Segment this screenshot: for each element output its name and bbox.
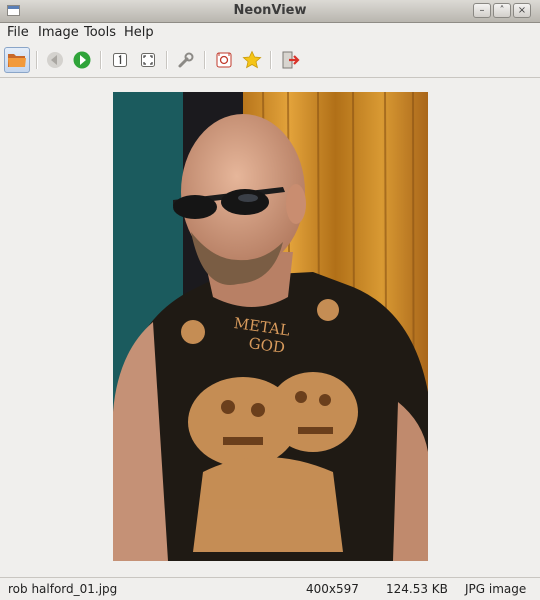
close-button[interactable]: × <box>513 3 531 18</box>
toolbar-separator <box>204 51 206 69</box>
menu-image[interactable]: Image <box>38 25 79 40</box>
actual-size-button[interactable] <box>107 47 133 73</box>
menu-file[interactable]: File <box>7 25 29 40</box>
toolbar <box>0 43 540 78</box>
menu-tools[interactable]: Tools <box>84 25 116 40</box>
maximize-button[interactable]: ˄ <box>493 3 511 18</box>
next-arrow-icon <box>73 51 91 69</box>
close-icon: × <box>517 4 527 16</box>
previous-button[interactable] <box>42 47 68 73</box>
minimize-icon: – <box>479 4 485 16</box>
status-filetype: JPG image <box>465 582 527 596</box>
toolbar-separator <box>270 51 272 69</box>
previous-arrow-icon <box>47 52 63 68</box>
fit-to-window-icon <box>141 53 155 67</box>
tools-button[interactable] <box>173 47 199 73</box>
exit-icon <box>282 51 300 69</box>
status-dimensions: 400x597 <box>306 582 359 596</box>
title-bar[interactable]: NeonView – ˄ × <box>0 0 540 23</box>
favorite-star-icon <box>242 50 262 69</box>
maximize-icon: ˄ <box>499 4 505 16</box>
favorite-button[interactable] <box>239 47 265 73</box>
exit-button[interactable] <box>277 47 303 73</box>
fit-to-window-button[interactable] <box>135 47 161 73</box>
slideshow-icon <box>216 52 232 68</box>
open-folder-icon <box>8 54 26 67</box>
toolbar-separator <box>36 51 38 69</box>
actual-size-icon <box>113 53 127 67</box>
status-filename: rob halford_01.jpg <box>8 582 118 596</box>
open-button[interactable] <box>4 47 30 73</box>
app-window: NeonView – ˄ × File Image Tools Help MET… <box>0 0 540 600</box>
window-title: NeonView <box>233 3 307 18</box>
image-viewport[interactable]: METAL GOD <box>0 78 540 577</box>
status-bar: rob halford_01.jpg 400x597 124.53 KB JPG… <box>0 577 540 600</box>
slideshow-button[interactable] <box>211 47 237 73</box>
menu-help[interactable]: Help <box>124 25 154 40</box>
next-button[interactable] <box>69 47 95 73</box>
toolbar-separator <box>100 51 102 69</box>
status-filesize: 124.53 KB <box>386 582 448 596</box>
menu-bar: File Image Tools Help <box>0 23 540 43</box>
photo-image: METAL GOD <box>113 92 428 561</box>
minimize-button[interactable]: – <box>473 3 491 18</box>
wrench-icon <box>178 52 194 68</box>
toolbar-separator <box>166 51 168 69</box>
